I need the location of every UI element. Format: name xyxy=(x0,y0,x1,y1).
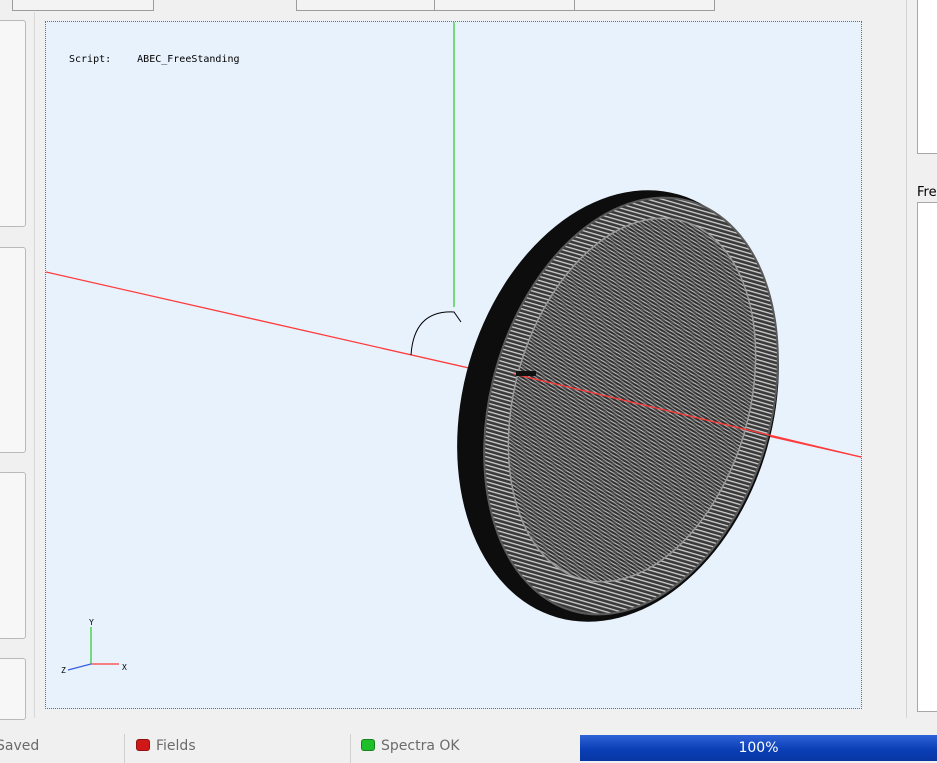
axis-gizmo: Y X Z xyxy=(61,618,127,675)
panel-divider xyxy=(34,12,35,718)
status-bar: Saved Fields Spectra OK 100% xyxy=(0,734,937,763)
gizmo-z-label: Z xyxy=(61,666,66,675)
right-panel-top[interactable] xyxy=(917,0,937,154)
tab-4[interactable] xyxy=(574,0,715,11)
right-panel-bottom[interactable] xyxy=(917,202,937,712)
right-panel-label: Fre xyxy=(917,185,937,200)
left-panel-2[interactable] xyxy=(0,247,26,453)
status-saved: Saved xyxy=(0,738,40,754)
right-divider xyxy=(906,0,907,718)
spectra-led-icon xyxy=(361,739,375,751)
left-panel-3[interactable] xyxy=(0,472,26,639)
status-fields-label: Fields xyxy=(156,738,196,754)
gizmo-y-label: Y xyxy=(89,618,94,627)
fields-led-icon xyxy=(136,739,150,751)
tab-2[interactable] xyxy=(296,0,435,11)
left-panel-1[interactable] xyxy=(0,20,26,227)
3d-viewport[interactable]: Script: ABEC_FreeStanding Y X Z xyxy=(45,21,862,709)
status-fields: Fields xyxy=(136,738,196,754)
status-separator xyxy=(124,734,125,763)
tab-3[interactable] xyxy=(434,0,575,11)
progress-bar: 100% xyxy=(580,735,937,761)
left-panel-4[interactable] xyxy=(0,658,26,720)
status-spectra-label: Spectra OK xyxy=(381,738,460,754)
gizmo-z-axis xyxy=(67,663,92,671)
gizmo-x-label: X xyxy=(122,663,127,672)
tab-1[interactable] xyxy=(12,0,154,11)
progress-text: 100% xyxy=(738,740,779,756)
status-spectra: Spectra OK xyxy=(361,738,460,754)
status-separator xyxy=(350,734,351,763)
